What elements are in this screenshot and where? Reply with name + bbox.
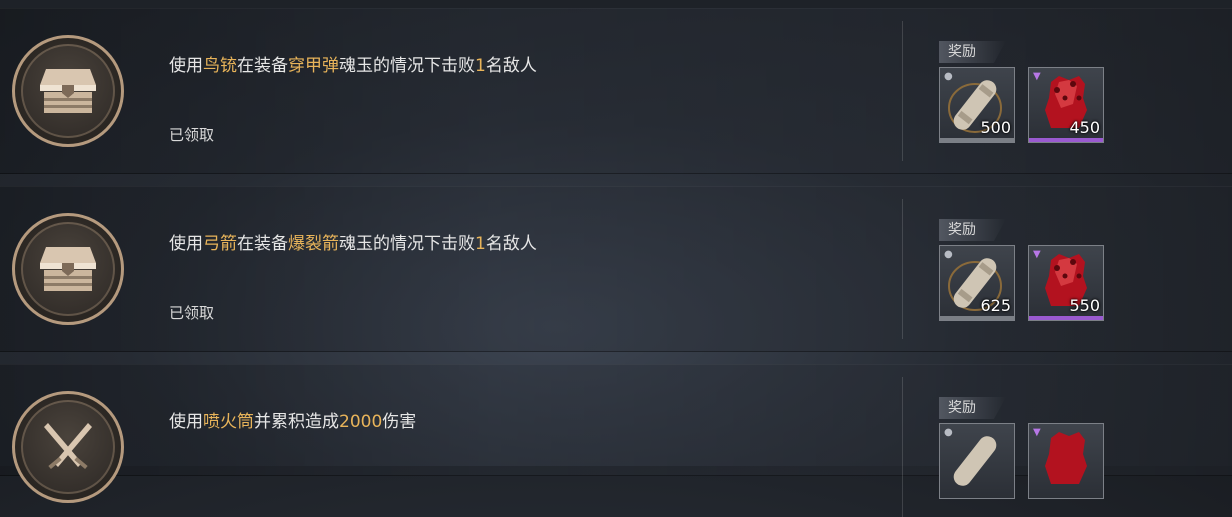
epic-rarity-icon: ▼	[1033, 427, 1041, 438]
rarity-bar	[940, 138, 1014, 142]
reward-quantity: 625	[980, 296, 1011, 315]
reward-label: 奖励	[939, 41, 1006, 63]
task-description: 使用弓箭在装备爆裂箭魂玉的情况下击败1名敌人	[169, 234, 537, 254]
reward-item-crystal[interactable]: ▼ 550	[1028, 245, 1104, 321]
reward-item-crystal[interactable]: ▼	[1028, 423, 1104, 499]
claimed-status: 已领取	[169, 304, 215, 322]
task-medal	[12, 391, 124, 503]
reward-item-crystal[interactable]: ▼ 450	[1028, 67, 1104, 143]
top-strip	[0, 0, 1232, 8]
crossed-swords-icon	[36, 415, 100, 479]
reward-item-scroll[interactable]: ●	[939, 423, 1015, 499]
drop-icon: ●	[944, 427, 953, 438]
chest-icon	[36, 243, 100, 295]
task-row[interactable]: 使用鸟铳在装备穿甲弹魂玉的情况下击败1名敌人 已领取 奖励 ● 500 ▼ 45	[0, 8, 1232, 174]
drop-icon: ●	[944, 249, 953, 260]
reward-label: 奖励	[939, 397, 1006, 419]
drop-icon: ●	[944, 71, 953, 82]
reward-item-scroll[interactable]: ● 500	[939, 67, 1015, 143]
divider	[902, 377, 903, 517]
task-medal	[12, 35, 124, 147]
task-description: 使用鸟铳在装备穿甲弹魂玉的情况下击败1名敌人	[169, 56, 537, 76]
task-row[interactable]: 使用弓箭在装备爆裂箭魂玉的情况下击败1名敌人 已领取 奖励 ● 625 ▼ 55	[0, 186, 1232, 352]
epic-rarity-icon: ▼	[1033, 249, 1041, 260]
rarity-bar	[1029, 138, 1103, 142]
task-row[interactable]: 使用喷火筒并累积造成2000伤害 奖励 ● ▼	[0, 364, 1232, 517]
reward-quantity: 550	[1069, 296, 1100, 315]
epic-rarity-icon: ▼	[1033, 71, 1041, 82]
reward-item-scroll[interactable]: ● 625	[939, 245, 1015, 321]
reward-quantity: 450	[1069, 118, 1100, 137]
task-medal	[12, 213, 124, 325]
reward-quantity: 500	[980, 118, 1011, 137]
chest-icon	[36, 65, 100, 117]
rarity-bar	[1029, 316, 1103, 320]
rarity-bar	[940, 316, 1014, 320]
divider	[902, 199, 903, 339]
divider	[902, 21, 903, 161]
claimed-status: 已领取	[169, 126, 215, 144]
task-description: 使用喷火筒并累积造成2000伤害	[169, 412, 417, 432]
reward-label: 奖励	[939, 219, 1006, 241]
